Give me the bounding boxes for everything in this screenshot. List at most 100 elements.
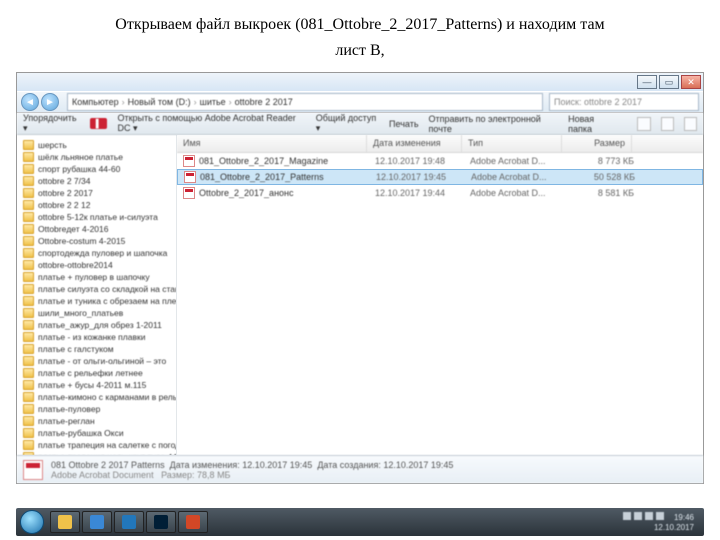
- open-with-menu[interactable]: Открыть с помощью Adobe Acrobat Reader D…: [117, 113, 305, 134]
- preview-pane-icon[interactable]: [661, 117, 674, 131]
- column-headers[interactable]: Имя Дата изменения Тип Размер: [177, 135, 703, 153]
- folder-icon: [23, 212, 34, 222]
- sidebar-item-label: ottobre-ottobre2014: [38, 260, 113, 270]
- folder-icon: [23, 164, 34, 174]
- file-size: 8 581 КБ: [570, 188, 634, 198]
- details-title: 081 Ottobre 2 2017 Patterns: [51, 460, 165, 470]
- path-seg: Новый том (D:): [128, 97, 191, 107]
- sidebar-item[interactable]: платье силуэта со складкой на стане: [19, 283, 174, 295]
- sidebar-item[interactable]: ottobre-ottobre2014: [19, 259, 174, 271]
- path-seg: шитье: [200, 97, 226, 107]
- sidebar-item-label: ottobre 2 2 12: [38, 200, 90, 210]
- taskbar-app[interactable]: [50, 511, 80, 533]
- folder-icon: [23, 332, 34, 342]
- app-icon: [122, 515, 136, 529]
- help-icon[interactable]: [684, 117, 697, 131]
- folder-icon: [23, 380, 34, 390]
- col-date[interactable]: Дата изменения: [367, 135, 462, 152]
- instruction-heading: Открываем файл выкроек (081_Ottobre_2_20…: [0, 0, 720, 68]
- email-button[interactable]: Отправить по электронной почте: [429, 114, 559, 134]
- sidebar-item[interactable]: платье_ажур_для обрез 1-2011: [19, 319, 174, 331]
- sidebar-item[interactable]: Ottobre-costum 4-2015: [19, 235, 174, 247]
- system-tray[interactable]: 19:46 12.10.2017: [623, 512, 700, 533]
- tray-icon[interactable]: [645, 512, 653, 520]
- path-seg: Компьютер: [72, 97, 119, 107]
- explorer-window: — ▭ ✕ ◄ ► Компьютер› Новый том (D:)› шит…: [16, 72, 704, 484]
- tray-icon[interactable]: [623, 512, 631, 520]
- new-folder-button[interactable]: Новая папка: [568, 114, 617, 134]
- sidebar-item[interactable]: ottobre 2 2 12: [19, 199, 174, 211]
- search-placeholder: Поиск: ottobre 2 2017: [554, 97, 642, 107]
- col-type[interactable]: Тип: [462, 135, 562, 152]
- file-date: 12.10.2017 19:45: [376, 172, 471, 182]
- sidebar-item[interactable]: платье - от ольги-ольгиной – это: [19, 355, 174, 367]
- view-options-icon[interactable]: [637, 117, 650, 131]
- folder-icon: [23, 440, 34, 450]
- sidebar-item[interactable]: платье трапеция на салетке с погодными в: [19, 439, 174, 451]
- pdf-icon: [183, 155, 195, 167]
- forward-button[interactable]: ►: [41, 93, 59, 111]
- taskbar-app[interactable]: [146, 511, 176, 533]
- file-type: Adobe Acrobat D...: [470, 156, 570, 166]
- sidebar-item-label: платье + бусы 4-2011 м.115: [38, 380, 146, 390]
- file-name: 081_Ottobre_2_2017_Patterns: [200, 172, 376, 182]
- sidebar-item[interactable]: шили_много_платьев: [19, 307, 174, 319]
- sidebar-item[interactable]: платье + бусы 4-2011 м.115: [19, 379, 174, 391]
- clock-time: 19:46: [674, 513, 694, 522]
- sidebar-item-label: платье силуэта со складкой на стане: [38, 284, 177, 294]
- folder-icon: [23, 188, 34, 198]
- taskbar-app[interactable]: [178, 511, 208, 533]
- sidebar-item[interactable]: спорт рубашка 44-60: [19, 163, 174, 175]
- print-button[interactable]: Печать: [389, 119, 418, 129]
- taskbar-app[interactable]: [82, 511, 112, 533]
- sidebar-item[interactable]: платье + пуловер в шапочку: [19, 271, 174, 283]
- address-bar[interactable]: Компьютер› Новый том (D:)› шитье› ottobr…: [67, 93, 543, 111]
- file-size: 8 773 КБ: [570, 156, 634, 166]
- sidebar-item[interactable]: платье - из кожанке плавки: [19, 331, 174, 343]
- start-button[interactable]: [20, 510, 44, 534]
- sidebar-item[interactable]: ottobre 2 2017: [19, 187, 174, 199]
- share-menu[interactable]: Общий доступ ▾: [316, 113, 379, 134]
- back-button[interactable]: ◄: [21, 93, 39, 111]
- file-row[interactable]: Ottobre_2_2017_анонс12.10.2017 19:44Adob…: [177, 185, 703, 201]
- sidebar-item[interactable]: платье и туника с обрезаем на плечи: [19, 295, 174, 307]
- minimize-button[interactable]: —: [637, 75, 657, 89]
- nav-row: ◄ ► Компьютер› Новый том (D:)› шитье› ot…: [17, 91, 703, 113]
- sidebar-item-label: платье - от ольги-ольгиной – это: [38, 356, 166, 366]
- sidebar-item-label: платье трапеция на салетке с погодными в: [38, 440, 177, 450]
- folder-icon: [23, 284, 34, 294]
- app-icon: [154, 515, 168, 529]
- sidebar-item[interactable]: платье-рубашка Окси: [19, 427, 174, 439]
- sidebar-item[interactable]: Ottobreдет 4-2016: [19, 223, 174, 235]
- tray-icon[interactable]: [656, 512, 664, 520]
- sidebar-item[interactable]: спортодежда пуловер и шапочка: [19, 247, 174, 259]
- sidebar-item[interactable]: шёлк льняное платье: [19, 151, 174, 163]
- sidebar-item[interactable]: платье с рельефки летнее: [19, 367, 174, 379]
- file-row[interactable]: 081_Ottobre_2_2017_Patterns12.10.2017 19…: [177, 169, 703, 185]
- sidebar-item-label: спортодежда пуловер и шапочка: [38, 248, 167, 258]
- sidebar-item[interactable]: ottobre 5-12к платье и-силуэта: [19, 211, 174, 223]
- maximize-button[interactable]: ▭: [659, 75, 679, 89]
- search-input[interactable]: Поиск: ottobre 2 2017: [549, 93, 699, 111]
- col-size[interactable]: Размер: [562, 135, 632, 152]
- sidebar-item[interactable]: ottobre 2 7/34: [19, 175, 174, 187]
- folder-icon: [23, 368, 34, 378]
- sidebar-item[interactable]: платье-пуловер: [19, 403, 174, 415]
- sidebar-item[interactable]: платье-кимоно с карманами в рельефи: [19, 391, 174, 403]
- col-name[interactable]: Имя: [177, 135, 367, 152]
- sidebar-item-label: платье - из кожанке плавки: [38, 332, 145, 342]
- sidebar-item[interactable]: шерсть: [19, 139, 174, 151]
- file-row[interactable]: 081_Ottobre_2_2017_Magazine12.10.2017 19…: [177, 153, 703, 169]
- taskbar-app[interactable]: [114, 511, 144, 533]
- folder-icon: [23, 320, 34, 330]
- file-type: Adobe Acrobat D...: [470, 188, 570, 198]
- app-icon: [90, 515, 104, 529]
- folder-icon: [23, 200, 34, 210]
- folder-tree[interactable]: шерстьшёлк льняное платьеспорт рубашка 4…: [17, 135, 177, 455]
- close-button[interactable]: ✕: [681, 75, 701, 89]
- organize-menu[interactable]: Упорядочить ▾: [23, 113, 80, 134]
- sidebar-item[interactable]: платье-реглан: [19, 415, 174, 427]
- sidebar-item-label: шёлк льняное платье: [38, 152, 123, 162]
- tray-icon[interactable]: [634, 512, 642, 520]
- sidebar-item[interactable]: платье с галстуком: [19, 343, 174, 355]
